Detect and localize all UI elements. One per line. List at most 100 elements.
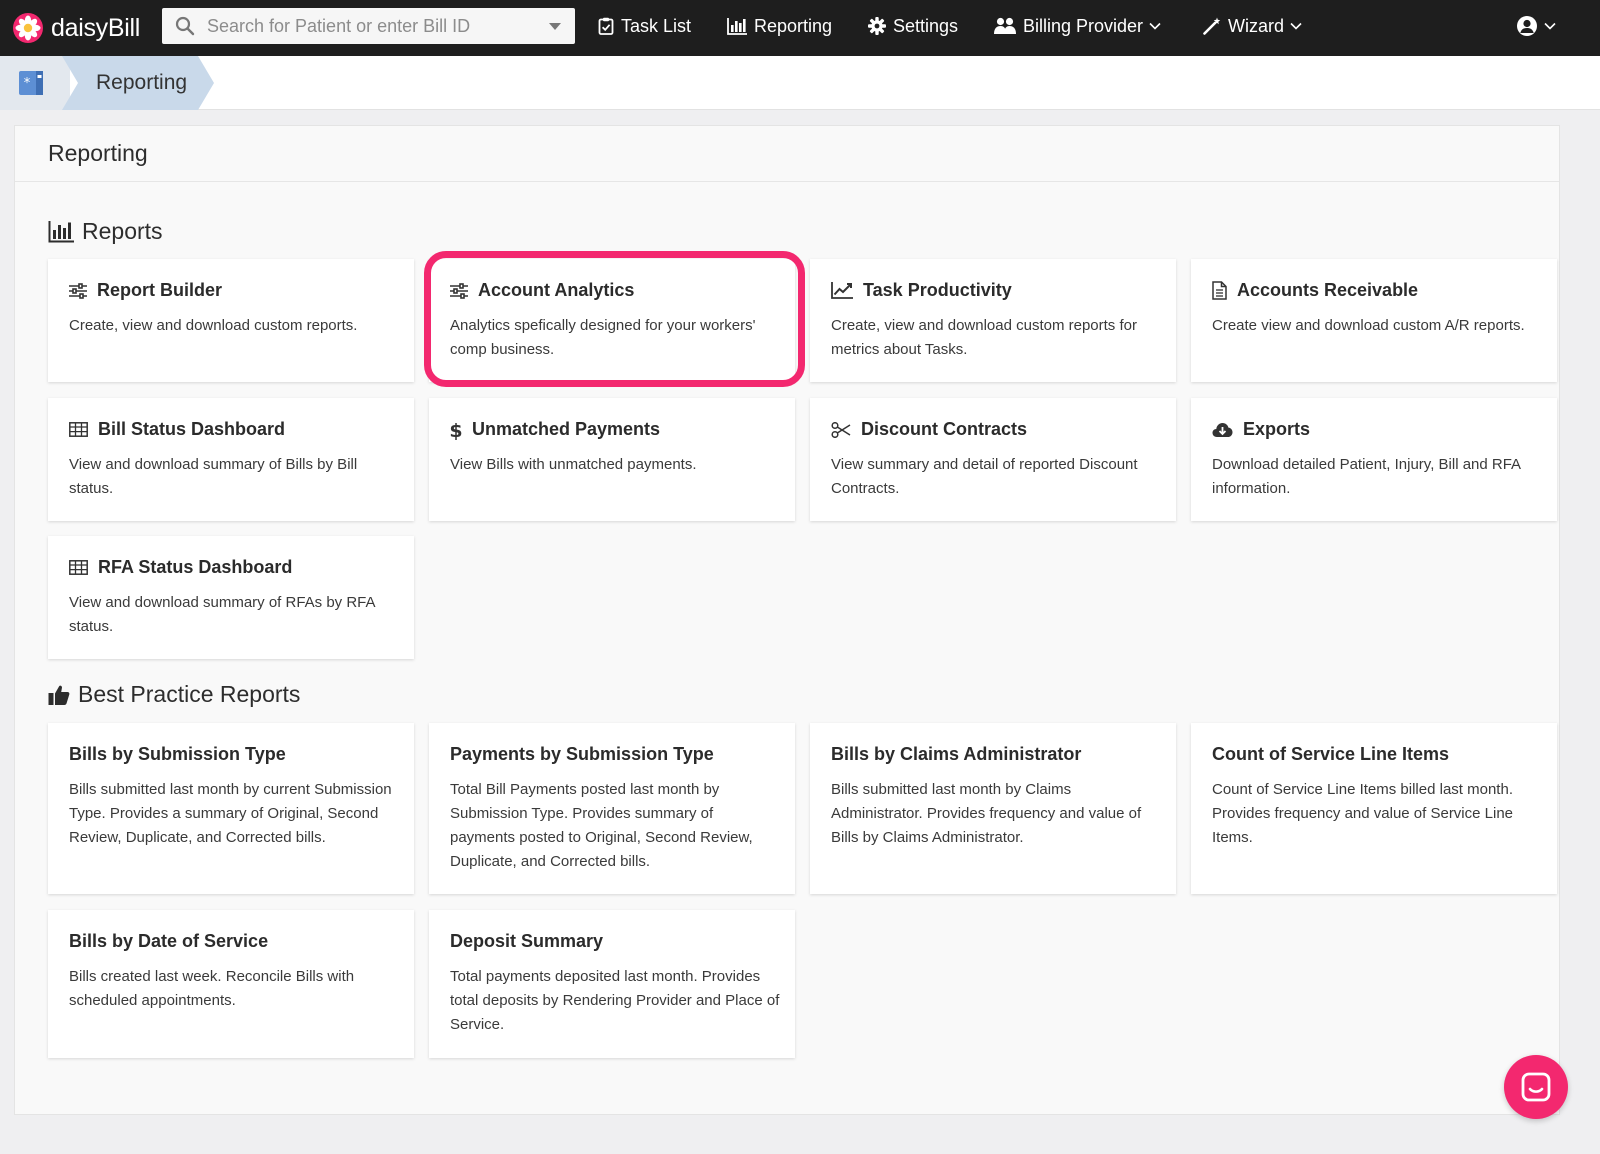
card-title: Accounts Receivable <box>1212 280 1418 301</box>
card-description: Analytics spefically designed for your w… <box>450 317 756 358</box>
card-title: RFA Status Dashboard <box>69 557 292 578</box>
user-circle-icon <box>1517 16 1537 36</box>
card-description: Bills submitted last month by current Su… <box>69 781 392 846</box>
card-description: Create, view and download custom reports… <box>831 317 1137 358</box>
search-dropdown-caret-icon[interactable] <box>549 22 561 30</box>
card-description: Total payments deposited last month. Pro… <box>450 968 780 1033</box>
clipboard-check-icon <box>598 17 614 35</box>
card-description: Count of Service Line Items billed last … <box>1212 781 1514 846</box>
document-icon <box>1212 281 1227 300</box>
cloud-download-icon <box>1212 422 1233 437</box>
chat-icon <box>1521 1072 1551 1102</box>
page-title: Reporting <box>48 140 148 166</box>
nav-wizard-label: Wizard <box>1228 15 1285 36</box>
table-icon <box>69 422 88 437</box>
card-description: Download detailed Patient, Injury, Bill … <box>1212 456 1521 497</box>
nav-task-list[interactable]: Task List <box>598 0 691 52</box>
medical-binder-icon: * <box>19 71 43 95</box>
card-title-text: Task Productivity <box>863 280 1012 300</box>
report-card-report-builder[interactable]: Report Builder Create, view and download… <box>48 259 414 382</box>
magic-wand-icon <box>1203 17 1221 35</box>
user-menu[interactable] <box>1516 12 1556 40</box>
card-title: Task Productivity <box>831 280 1012 301</box>
daisy-logo-icon <box>13 13 43 43</box>
report-card-accounts-receivable[interactable]: Accounts Receivable Create view and down… <box>1191 259 1557 382</box>
nav-settings[interactable]: Settings <box>868 0 958 52</box>
card-description: View summary and detail of reported Disc… <box>831 456 1138 497</box>
card-description: Create view and download custom A/R repo… <box>1212 317 1525 334</box>
card-title: Account Analytics <box>450 280 634 301</box>
sliders-icon <box>450 282 468 299</box>
card-title: Discount Contracts <box>831 419 1027 440</box>
brand-name: daisyBill <box>51 13 140 42</box>
breadcrumb: * Reporting <box>0 56 1600 110</box>
card-title: Bills by Claims Administrator <box>831 744 1082 764</box>
search-input[interactable] <box>195 8 549 44</box>
thumbs-up-icon <box>48 685 70 705</box>
card-title-text: Report Builder <box>97 280 223 300</box>
card-title-text: Discount Contracts <box>861 419 1028 439</box>
report-card-discount-contracts[interactable]: Discount Contracts View summary and deta… <box>810 398 1176 521</box>
card-title: Bills by Date of Service <box>69 931 269 951</box>
nav-reporting-label: Reporting <box>754 15 833 36</box>
breadcrumb-home[interactable]: * <box>0 56 70 110</box>
report-card-exports[interactable]: Exports Download detailed Patient, Injur… <box>1191 398 1557 521</box>
card-title-text: Unmatched Payments <box>472 419 661 439</box>
report-card-bills-by-submission-type[interactable]: Bills by Submission Type Bills submitted… <box>48 723 414 894</box>
card-title-text: Accounts Receivable <box>1237 280 1419 300</box>
reports-section-label: Reports <box>82 218 163 244</box>
nav-billing-provider-label: Billing Provider <box>1023 15 1144 36</box>
card-title: $ Unmatched Payments <box>450 419 660 440</box>
gear-icon <box>868 17 886 35</box>
report-card-bills-by-claims-administrator[interactable]: Bills by Claims Administrator Bills subm… <box>810 723 1176 894</box>
search-icon <box>175 16 195 36</box>
reporting-panel: Reporting Reports Report Builder Create,… <box>14 125 1560 1115</box>
card-description: View and download summary of Bills by Bi… <box>69 456 358 497</box>
nav-wizard[interactable]: Wizard <box>1203 0 1302 52</box>
chat-launcher-button[interactable] <box>1504 1055 1568 1119</box>
chevron-down-icon <box>1149 22 1161 30</box>
card-title: Report Builder <box>69 280 222 301</box>
card-title: Count of Service Line Items <box>1212 744 1450 764</box>
table-icon <box>69 560 88 575</box>
card-title-text: Bill Status Dashboard <box>98 419 286 439</box>
brand[interactable]: daisyBill <box>12 12 154 44</box>
bar-chart-icon <box>727 17 747 35</box>
reports-section-title: Reports <box>48 218 163 245</box>
best-practice-section-title: Best Practice Reports <box>48 681 300 708</box>
card-description: Bills created last week. Reconcile Bills… <box>69 968 355 1009</box>
chevron-down-icon <box>1290 22 1302 30</box>
line-chart-icon <box>831 282 853 299</box>
report-card-unmatched-payments[interactable]: $ Unmatched Payments View Bills with unm… <box>429 398 795 521</box>
report-card-count-of-service-line-items[interactable]: Count of Service Line Items Count of Ser… <box>1191 723 1557 894</box>
breadcrumb-current[interactable]: Reporting <box>96 56 187 110</box>
svg-text:$: $ <box>450 420 462 440</box>
report-card-deposit-summary[interactable]: Deposit Summary Total payments deposited… <box>429 910 795 1058</box>
bar-chart-icon <box>48 220 74 242</box>
nav-reporting[interactable]: Reporting <box>727 0 832 52</box>
sliders-icon <box>69 282 87 299</box>
card-title: Deposit Summary <box>450 931 604 951</box>
card-title-text: Account Analytics <box>478 280 635 300</box>
card-title-text: RFA Status Dashboard <box>98 557 293 577</box>
card-title: Payments by Submission Type <box>450 744 714 764</box>
report-card-bill-status-dashboard[interactable]: Bill Status Dashboard View and download … <box>48 398 414 521</box>
search-box <box>162 8 575 44</box>
best-practice-section-label: Best Practice Reports <box>78 681 301 707</box>
scissors-icon <box>831 421 851 438</box>
panel-header: Reporting <box>15 126 1559 182</box>
card-description: Create, view and download custom reports… <box>69 317 358 334</box>
nav-settings-label: Settings <box>893 15 959 36</box>
card-title: Exports <box>1212 419 1310 440</box>
report-card-bills-by-date-of-service[interactable]: Bills by Date of Service Bills created l… <box>48 910 414 1058</box>
card-description: Total Bill Payments posted last month by… <box>450 781 753 870</box>
report-card-payments-by-submission-type[interactable]: Payments by Submission Type Total Bill P… <box>429 723 795 894</box>
svg-text:*: * <box>24 76 31 91</box>
report-card-task-productivity[interactable]: Task Productivity Create, view and downl… <box>810 259 1176 382</box>
nav-billing-provider[interactable]: Billing Provider <box>994 0 1161 52</box>
nav-task-list-label: Task List <box>621 15 692 36</box>
card-description: Bills submitted last month by Claims Adm… <box>831 781 1142 846</box>
report-card-rfa-status-dashboard[interactable]: RFA Status Dashboard View and download s… <box>48 536 414 659</box>
report-card-account-analytics[interactable]: Account Analytics Analytics spefically d… <box>429 259 795 382</box>
chevron-down-icon <box>1544 22 1556 30</box>
